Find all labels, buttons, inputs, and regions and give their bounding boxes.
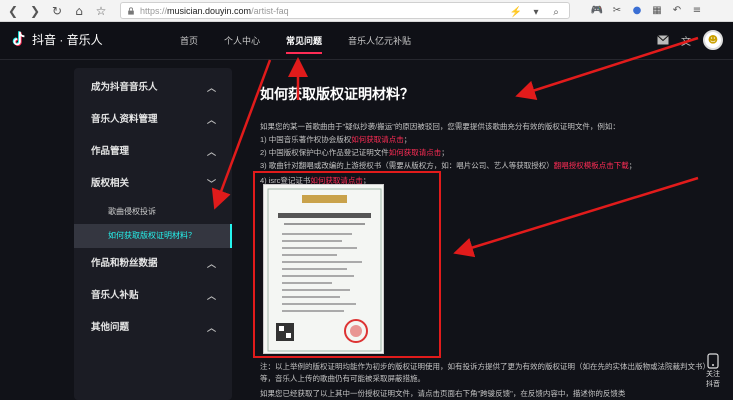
list-item: 2) 中国版权保护中心作品登记证明文件如何获取请点击； [260, 146, 710, 159]
translate-icon[interactable]: 文 [681, 33, 691, 48]
article-note: 注：以上举例的版权证明均能作为初步的版权证明使用，如有投诉方提供了更为有效的版权… [260, 361, 710, 400]
url-path: /artist-faq [251, 5, 289, 16]
highlight-box [253, 171, 441, 358]
arrow-to-certificate [453, 176, 699, 258]
chevron-up-icon: ︿ [206, 291, 216, 301]
list-item-tail: ； [403, 135, 412, 144]
follow-douyin-button[interactable]: 关注 抖音 [698, 353, 728, 397]
list-item-text: 2) 中国版权保护中心作品登记证明文件 [260, 148, 389, 157]
sidebar-item-label: 版权相关 [91, 178, 130, 189]
nav-home[interactable]: 首页 [180, 22, 198, 60]
nav-faq[interactable]: 常见问题 [286, 22, 323, 60]
note-text-2: 如果您已经获取了以上其中一份授权证明文件，请点击页面右下角"跨骏反馈"，在反馈内… [260, 389, 626, 398]
sidebar-item-works[interactable]: 作品管理 ︿ [74, 136, 232, 168]
home-icon[interactable]: ⌂ [70, 2, 88, 20]
site-header: 抖音 · 音乐人 首页 个人中心 常见问题 音乐人亿元补贴 文 ☻ [0, 22, 733, 60]
avatar-face-icon: ☻ [707, 34, 719, 46]
url-domain: musician.douyin.com [167, 5, 252, 16]
chevron-down-icon: ﹀ [206, 179, 216, 189]
url-protocol: https:// [140, 5, 168, 16]
sidebar-item-label: 其他问题 [91, 322, 130, 333]
certificate-graphic [267, 188, 382, 352]
chevron-up-icon: ︿ [206, 147, 216, 157]
reload-icon[interactable]: ↻ [48, 2, 66, 20]
address-bar[interactable]: https:// musician.douyin.com /artist-faq… [120, 2, 570, 19]
sidebar-item-become-musician[interactable]: 成为抖音音乐人 ︿ [74, 72, 232, 104]
link-how-to-get[interactable]: 如何获取请点击 [389, 148, 442, 157]
star-icon[interactable]: ☆ [92, 2, 110, 20]
sidebar-subitem-proof[interactable]: 如何获取版权证明材料？ [74, 224, 232, 248]
note-text-1: 注：以上举例的版权证明均能作为初步的版权证明使用，如有投诉方提供了更为有效的版权… [260, 362, 710, 383]
follow-label-1: 关注 [706, 371, 720, 378]
chevron-up-icon: ︿ [206, 323, 216, 333]
link-download-template[interactable]: 翻唱授权模板点击下载 [554, 161, 629, 170]
phone-icon [707, 353, 719, 369]
sidebar-item-label: 成为抖音音乐人 [91, 82, 158, 93]
chevron-up-icon: ︿ [206, 115, 216, 125]
sidebar-item-other[interactable]: 其他问题 ︿ [74, 312, 232, 344]
sidebar-item-label: 音乐人资料管理 [91, 114, 158, 125]
list-item-tail: ； [441, 148, 449, 157]
search-icon[interactable]: ⌕ [549, 5, 563, 19]
browser-toolbar: ❮ ❯ ↻ ⌂ ☆ https:// musician.douyin.com /… [0, 0, 733, 22]
sidebar-subitem-infringement[interactable]: 歌曲侵权投诉 [74, 200, 232, 224]
chevron-up-icon: ︿ [206, 259, 216, 269]
dropdown-icon[interactable]: ▾ [529, 5, 543, 19]
page-title: 如何获取版权证明材料？ [260, 86, 414, 102]
lock-icon [128, 6, 134, 15]
logo[interactable]: 抖音 · 音乐人 [10, 30, 103, 48]
list-item-text: 3) 歌曲针对翻唱或改编的上游授权书（需要从版权方，如：唱片公司、艺人等获取授权… [260, 161, 554, 170]
sidebar-item-profile[interactable]: 音乐人资料管理 ︿ [74, 104, 232, 136]
back-icon[interactable]: ❮ [4, 2, 22, 20]
extensions-bar: 🎮 ✂ ● ▦ ↶ ≡ [590, 3, 704, 17]
undo-icon[interactable]: ↶ [670, 3, 684, 17]
sidebar-item-subsidy[interactable]: 音乐人补贴 ︿ [74, 280, 232, 312]
mail-icon[interactable] [657, 35, 669, 45]
list-item: 1) 中国音乐著作权协会版权如何获取请点击； [260, 133, 710, 146]
logo-text: 抖音 · 音乐人 [32, 32, 103, 47]
game-icon[interactable]: 🎮 [590, 3, 604, 17]
sidebar-item-label: 作品和粉丝数据 [91, 258, 158, 269]
link-how-to-get[interactable]: 如何获取请点击 [351, 135, 404, 144]
sidebar-item-label: 作品管理 [91, 146, 130, 157]
paw-icon[interactable]: ● [630, 3, 644, 17]
list-item-text: 1) 中国音乐著作权协会版权 [260, 135, 352, 144]
nav-profile[interactable]: 个人中心 [224, 22, 260, 60]
sidebar-item-copyright[interactable]: 版权相关 ﹀ [74, 168, 232, 200]
forward-icon[interactable]: ❯ [26, 2, 44, 20]
menu-icon[interactable]: ≡ [690, 3, 704, 17]
sidebar-item-label: 音乐人补贴 [91, 290, 139, 301]
sidebar-item-data[interactable]: 作品和粉丝数据 ︿ [74, 248, 232, 280]
grid-icon[interactable]: ▦ [650, 3, 664, 17]
douyin-logo-icon [12, 31, 25, 46]
top-nav: 首页 个人中心 常见问题 音乐人亿元补贴 [180, 22, 437, 60]
avatar[interactable]: ☻ [703, 30, 723, 50]
faq-sidebar: 成为抖音音乐人 ︿ 音乐人资料管理 ︿ 作品管理 ︿ 版权相关 ﹀ 歌曲侵权投诉 如何获… [74, 68, 232, 400]
chevron-up-icon: ︿ [206, 83, 216, 93]
flash-icon[interactable]: ⚡ [509, 5, 523, 19]
article-intro: 如果您的某一首歌曲由于"疑似抄袭/搬运"的原因被驳回，您需要提供该歌曲充分有效的… [260, 122, 620, 131]
follow-label-2: 抖音 [706, 381, 720, 388]
list-item-tail: ； [628, 161, 637, 170]
isrc-certificate-image[interactable] [263, 184, 384, 354]
nav-subsidy[interactable]: 音乐人亿元补贴 [348, 22, 411, 60]
scissors-icon[interactable]: ✂ [610, 3, 624, 17]
